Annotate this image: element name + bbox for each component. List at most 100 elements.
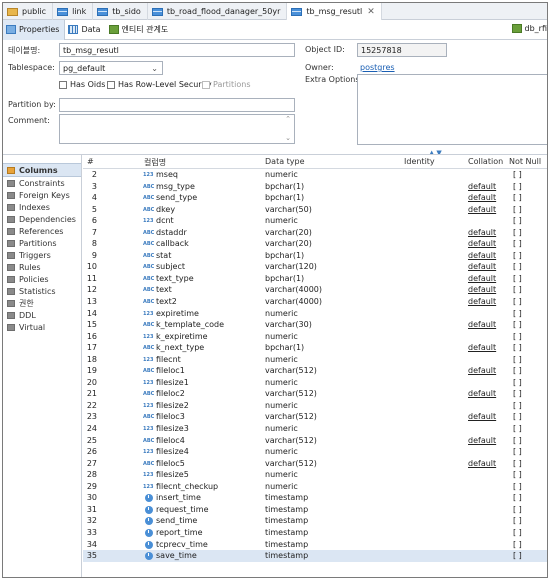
column-name[interactable]: dcnt [156, 215, 174, 227]
not-null-checkbox[interactable]: [ ] [513, 238, 522, 250]
column-name[interactable]: fileloc4 [156, 435, 185, 447]
editor-tab-public[interactable]: public [3, 3, 54, 20]
editor-tab-tb-road-flood[interactable]: tb_road_flood_danager_50yr [148, 3, 288, 20]
column-name[interactable]: request_time [156, 504, 208, 516]
column-data-type[interactable]: numeric [265, 400, 298, 412]
column-data-type[interactable]: numeric [265, 169, 298, 181]
nav-item-virtual[interactable]: Virtual [3, 321, 81, 333]
column-data-type[interactable]: numeric [265, 423, 298, 435]
tab-data[interactable]: Data [65, 20, 105, 40]
header-identity[interactable]: Identity [404, 157, 435, 166]
column-name[interactable]: text_type [156, 273, 194, 285]
collation-link[interactable]: default [468, 250, 496, 262]
table-row[interactable]: 16 123 k_expiretime numeric [ ] [83, 331, 547, 343]
not-null-checkbox[interactable]: [ ] [513, 261, 522, 273]
column-data-type[interactable]: timestamp [265, 550, 308, 562]
column-name[interactable]: filesize4 [156, 446, 189, 458]
table-row[interactable]: 18 123 filecnt numeric [ ] [83, 354, 547, 366]
column-data-type[interactable]: varchar(4000) [265, 296, 322, 308]
tablespace-select[interactable]: pg_default ⌄ [59, 61, 163, 75]
table-row[interactable]: 3 ABC msg_type bpchar(1) default [ ] [83, 181, 547, 193]
table-row[interactable]: 9 ABC stat bpchar(1) default [ ] [83, 250, 547, 262]
not-null-checkbox[interactable]: [ ] [513, 400, 522, 412]
extra-options-area[interactable] [357, 74, 547, 145]
column-name[interactable]: stat [156, 250, 171, 262]
table-row[interactable]: 33 report_time timestamp [ ] [83, 527, 547, 539]
not-null-checkbox[interactable]: [ ] [513, 319, 522, 331]
not-null-checkbox[interactable]: [ ] [513, 446, 522, 458]
collation-link[interactable]: default [468, 238, 496, 250]
nav-item-columns[interactable]: Columns [3, 163, 81, 177]
not-null-checkbox[interactable]: [ ] [513, 365, 522, 377]
nav-item-dependencies[interactable]: Dependencies [3, 213, 81, 225]
column-data-type[interactable]: numeric [265, 215, 298, 227]
table-row[interactable]: 11 ABC text_type bpchar(1) default [ ] [83, 273, 547, 285]
comment-textarea[interactable]: ⌃ ⌄ [59, 114, 295, 144]
nav-item-foreign-keys[interactable]: Foreign Keys [3, 189, 81, 201]
column-data-type[interactable]: numeric [265, 377, 298, 389]
not-null-checkbox[interactable]: [ ] [513, 227, 522, 239]
table-row[interactable]: 26 123 filesize4 numeric [ ] [83, 446, 547, 458]
table-row[interactable]: 22 123 filesize2 numeric [ ] [83, 400, 547, 412]
column-data-type[interactable]: timestamp [265, 527, 308, 539]
header-data-type[interactable]: Data type [265, 157, 305, 166]
column-name[interactable]: save_time [156, 550, 197, 562]
scroll-up-icon[interactable]: ⌃ [285, 115, 291, 123]
tab-properties[interactable]: Properties [3, 19, 66, 40]
column-data-type[interactable]: varchar(4000) [265, 284, 322, 296]
collation-link[interactable]: default [468, 227, 496, 239]
not-null-checkbox[interactable]: [ ] [513, 492, 522, 504]
column-data-type[interactable]: bpchar(1) [265, 181, 304, 193]
table-row[interactable]: 14 123 expiretime numeric [ ] [83, 308, 547, 320]
table-row[interactable]: 13 ABC text2 varchar(4000) default [ ] [83, 296, 547, 308]
table-name-field[interactable]: tb_msg_resutl [59, 43, 295, 57]
column-data-type[interactable]: bpchar(1) [265, 250, 304, 262]
column-name[interactable]: dstaddr [156, 227, 187, 239]
not-null-checkbox[interactable]: [ ] [513, 296, 522, 308]
column-name[interactable]: filesize5 [156, 469, 189, 481]
not-null-checkbox[interactable]: [ ] [513, 481, 522, 493]
header-collation[interactable]: Collation [468, 157, 503, 166]
collation-link[interactable]: default [468, 204, 496, 216]
header-not-null[interactable]: Not Null [509, 157, 541, 166]
column-name[interactable]: filesize3 [156, 423, 189, 435]
column-name[interactable]: send_type [156, 192, 197, 204]
table-row[interactable]: 29 123 filecnt_checkup numeric [ ] [83, 481, 547, 493]
nav-item-partitions[interactable]: Partitions [3, 237, 81, 249]
not-null-checkbox[interactable]: [ ] [513, 181, 522, 193]
column-name[interactable]: fileloc1 [156, 365, 185, 377]
column-name[interactable]: text [156, 284, 172, 296]
table-row[interactable]: 25 ABC fileloc4 varchar(512) default [ ] [83, 435, 547, 447]
table-row[interactable]: 21 ABC fileloc2 varchar(512) default [ ] [83, 388, 547, 400]
editor-tab-tb-sido[interactable]: tb_sido [93, 3, 148, 20]
column-data-type[interactable]: varchar(512) [265, 388, 317, 400]
column-name[interactable]: filecnt [156, 354, 181, 366]
column-name[interactable]: fileloc3 [156, 411, 185, 423]
column-data-type[interactable]: varchar(512) [265, 365, 317, 377]
column-data-type[interactable]: timestamp [265, 492, 308, 504]
table-row[interactable]: 6 123 dcnt numeric [ ] [83, 215, 547, 227]
nav-item-indexes[interactable]: Indexes [3, 201, 81, 213]
nav-item-triggers[interactable]: Triggers [3, 249, 81, 261]
collation-link[interactable]: default [468, 342, 496, 354]
not-null-checkbox[interactable]: [ ] [513, 469, 522, 481]
nav-item-references[interactable]: References [3, 225, 81, 237]
column-data-type[interactable]: varchar(20) [265, 227, 312, 239]
collation-link[interactable]: default [468, 181, 496, 193]
table-row[interactable]: 7 ABC dstaddr varchar(20) default [ ] [83, 227, 547, 239]
column-data-type[interactable]: bpchar(1) [265, 273, 304, 285]
table-row[interactable]: 31 request_time timestamp [ ] [83, 504, 547, 516]
table-row[interactable]: 23 ABC fileloc3 varchar(512) default [ ] [83, 411, 547, 423]
table-row[interactable]: 4 ABC send_type bpchar(1) default [ ] [83, 192, 547, 204]
not-null-checkbox[interactable]: [ ] [513, 308, 522, 320]
table-row[interactable]: 35 save_time timestamp [ ] [83, 550, 547, 562]
column-data-type[interactable]: bpchar(1) [265, 192, 304, 204]
table-row[interactable]: 8 ABC callback varchar(20) default [ ] [83, 238, 547, 250]
not-null-checkbox[interactable]: [ ] [513, 388, 522, 400]
column-data-type[interactable]: bpchar(1) [265, 342, 304, 354]
column-data-type[interactable]: varchar(512) [265, 411, 317, 423]
nav-item-rules[interactable]: Rules [3, 261, 81, 273]
column-name[interactable]: msg_type [156, 181, 195, 193]
table-row[interactable]: 19 ABC fileloc1 varchar(512) default [ ] [83, 365, 547, 377]
column-name[interactable]: callback [156, 238, 189, 250]
